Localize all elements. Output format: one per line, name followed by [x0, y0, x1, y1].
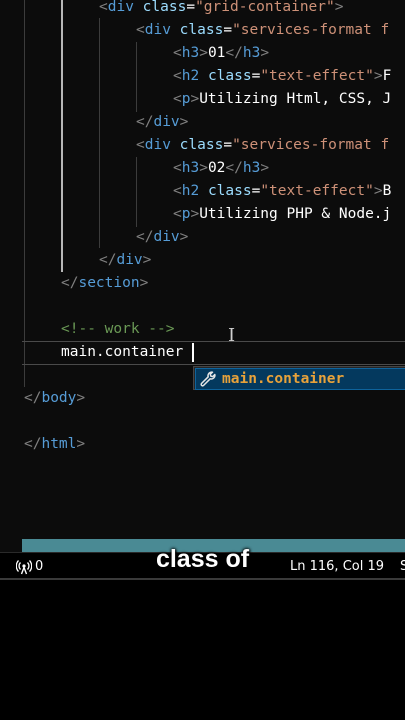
emmet-suggestion-widget[interactable]: main.container — [193, 366, 405, 390]
code-line[interactable]: </body> — [24, 387, 85, 410]
indent-guide-active — [61, 0, 63, 272]
wrench-icon — [200, 371, 216, 387]
code-line-current[interactable]: main.container — [61, 341, 183, 364]
indent-guide — [24, 0, 25, 387]
code-editor[interactable]: <div class="grid-container"> <div class=… — [0, 0, 405, 552]
mouse-ibeam-cursor: I — [228, 325, 236, 346]
indent-guide — [136, 157, 137, 227]
suggestion-label: main.container — [222, 371, 345, 387]
indent-guide — [99, 18, 100, 248]
code-line[interactable]: <h3>01</h3> — [173, 42, 269, 65]
code-line[interactable]: <div class="grid-container"> — [99, 0, 343, 19]
code-line[interactable]: <h2 class="text-effect">F — [173, 65, 391, 88]
code-line[interactable]: <div class="services-format f — [136, 19, 389, 42]
code-line[interactable]: <h3>02</h3> — [173, 157, 269, 180]
indent-guide — [136, 42, 137, 112]
empty-bottom-area — [0, 580, 405, 720]
code-line[interactable]: <p>Utilizing Html, CSS, J — [173, 88, 391, 111]
code-line[interactable]: <h2 class="text-effect">B — [173, 180, 391, 203]
code-line-comment[interactable]: <!-- work --> — [61, 318, 175, 341]
code-line[interactable]: </div> — [136, 226, 188, 249]
suggestion-item-main-container[interactable]: main.container — [195, 368, 405, 390]
code-line[interactable]: <p>Utilizing PHP & Node.j — [173, 203, 391, 226]
code-line[interactable]: </section> — [61, 272, 148, 295]
code-line[interactable]: <div class="services-format f — [136, 134, 389, 157]
text-caret — [192, 343, 194, 362]
code-line[interactable]: </div> — [136, 111, 188, 134]
video-caption: class of — [155, 545, 250, 573]
code-line[interactable]: </html> — [24, 433, 85, 456]
code-line[interactable]: </div> — [99, 249, 151, 272]
